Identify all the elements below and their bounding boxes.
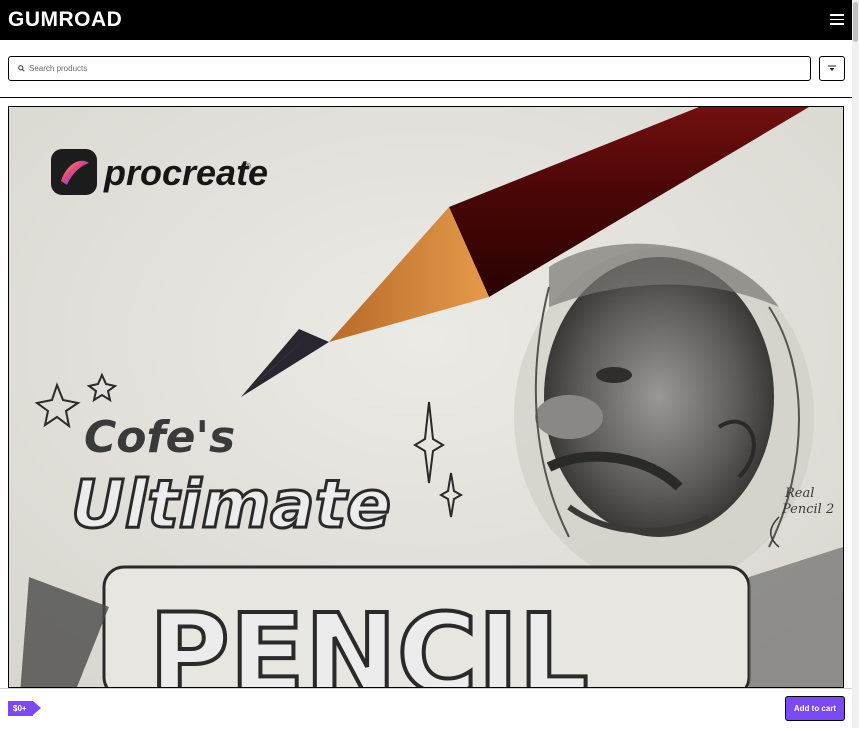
filter-button[interactable] [819,56,845,81]
svg-text:®: ® [245,162,251,171]
search-box[interactable] [8,56,811,81]
price-badge: $0+ [8,701,41,716]
svg-text:Ultimate: Ultimate [71,466,391,543]
add-to-cart-button[interactable]: Add to cart [785,696,845,721]
svg-text:procreate: procreate [103,152,268,193]
search-icon [18,65,25,72]
svg-text:Cofe's: Cofe's [84,412,235,463]
procreate-logo: procreate ® [51,149,268,195]
header-divider [0,97,852,98]
gumroad-logo[interactable]: GUMROAD [8,9,122,31]
cover-illustration: procreate ® Cofe's Ultimate PENCIL Real … [9,107,843,687]
page-scrollbar[interactable] [852,0,859,728]
scrollbar-thumb[interactable] [853,2,858,42]
search-input[interactable] [29,57,799,80]
svg-text:Pencil 2: Pencil 2 [781,502,834,517]
product-cover-image[interactable]: procreate ® Cofe's Ultimate PENCIL Real … [8,106,844,688]
hamburger-menu-icon[interactable] [830,14,844,25]
portrait-sketch [514,243,814,587]
svg-text:PENCIL: PENCIL [149,590,589,687]
top-navigation-bar: GUMROAD [0,0,852,40]
purchase-bar [0,688,852,729]
filter-icon [828,65,836,71]
svg-text:Real: Real [784,486,814,501]
